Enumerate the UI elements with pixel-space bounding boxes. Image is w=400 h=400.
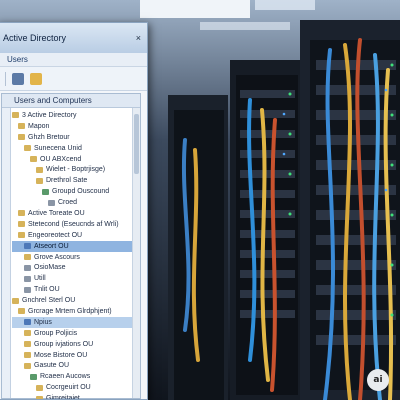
tree-node[interactable]: Gnchrel Sterl OU (12, 295, 132, 306)
tree-node-label: Gimreitaiet (46, 395, 80, 400)
tree-panel: Users and Computers 3 Active Directory Ma… (1, 93, 141, 399)
tree-node-label: Mose Bistore OU (34, 351, 88, 359)
window-title: Active Directory (3, 33, 67, 43)
tree-node[interactable]: Utill (12, 273, 132, 284)
tree-node-label: Tnlit OU (34, 286, 60, 294)
tree-node-label: Rcaeen Aucows (40, 373, 91, 381)
folder-icon (24, 264, 31, 271)
tree-node[interactable]: Atseort OU (12, 240, 132, 252)
folder-icon (18, 308, 25, 315)
tree-node[interactable]: 3 Active Directory (12, 110, 132, 121)
tree-node[interactable]: Mapon (12, 121, 132, 132)
tree-node[interactable]: Npius (12, 316, 132, 328)
tree-node-label: Group Poljicis (34, 329, 78, 337)
users-icon[interactable] (12, 72, 24, 85)
folder-icon (24, 254, 31, 261)
tree-node-label: Grcrage Mrtem Glrdphjent) (28, 307, 112, 315)
tree-node-label: Atseort OU (34, 242, 69, 250)
tree-node-label: OsioMase (34, 264, 66, 272)
folder-icon (24, 286, 31, 293)
tree-node[interactable]: Group Poljicis (12, 328, 132, 339)
user-icon (24, 243, 31, 250)
tree-node-label: Cocrgeuirt OU (46, 384, 91, 392)
scrollbar-thumb[interactable] (134, 114, 139, 174)
tree-node-label: Utill (34, 275, 46, 283)
tree-node-label: Npius (34, 318, 52, 326)
group-icon (42, 188, 49, 195)
folder-icon[interactable] (30, 72, 42, 85)
folder-icon (18, 221, 25, 228)
tree-node[interactable]: Croed (12, 197, 132, 208)
tree-node[interactable]: Grcrage Mrtem Glrdphjent) (12, 306, 132, 317)
ai-badge: ai (367, 369, 389, 391)
tree-node-label: Croed (58, 199, 78, 207)
tree-node-label: Engeoreotect OU (28, 231, 83, 239)
tree-node-label: Stetecond (Eseucnds af Wrli) (28, 220, 119, 228)
user-icon (24, 319, 31, 326)
close-icon[interactable]: × (136, 33, 141, 43)
left-pane-strip (2, 108, 11, 398)
tree-node-label: Mapon (28, 122, 50, 130)
tree-node-label: Active Toreate OU (28, 209, 85, 217)
tree-node[interactable]: Ghzh Bretour (12, 132, 132, 143)
tree-node[interactable]: Rcaeen Aucows (12, 371, 132, 382)
tree-node[interactable]: Gasute OU (12, 360, 132, 371)
tree-node-label: Drethrol Sate (46, 177, 88, 185)
folder-icon (36, 177, 43, 184)
tree-node-label: Sunecena Unid (34, 144, 82, 152)
tree-node-label: Ghzh Bretour (28, 133, 70, 141)
tree-node-label: Gnchrel Sterl OU (22, 297, 76, 305)
tree-node[interactable]: Group ivjations OU (12, 339, 132, 350)
panel-header: Users and Computers (2, 94, 140, 108)
tree-node[interactable]: Drethrol Sate (12, 175, 132, 186)
tree-node-label: OU ABXcend (40, 155, 82, 163)
tree-node[interactable]: Tnlit OU (12, 284, 132, 295)
folder-icon (18, 123, 25, 130)
tree-node[interactable]: Gimreitaiet (12, 393, 132, 400)
folder-icon (12, 297, 19, 304)
tree-node[interactable]: Stetecond (Eseucnds af Wrli) (12, 219, 132, 230)
folder-icon (18, 134, 25, 141)
tree-node[interactable]: Engeoreotect OU (12, 230, 132, 241)
folder-icon (24, 145, 31, 152)
folder-icon (36, 384, 43, 391)
toolbar (0, 67, 147, 91)
menu-item-users[interactable]: Users (7, 55, 28, 64)
tree-node-label: Group ivjations OU (34, 340, 94, 348)
tree-node-label: Wielet - Boptrjisge) (46, 166, 106, 174)
folder-icon (24, 330, 31, 337)
tree-node-label: 3 Active Directory (22, 111, 77, 119)
tree-node[interactable]: Wielet - Boptrjisge) (12, 164, 132, 175)
folder-icon (18, 232, 25, 239)
title-bar: Active Directory × (0, 23, 147, 53)
folder-icon (24, 362, 31, 369)
toolbar-divider (5, 71, 6, 86)
group-icon (48, 199, 55, 206)
menu-bar: Users (0, 53, 147, 67)
tree-node[interactable]: Cocrgeuirt OU (12, 382, 132, 393)
vertical-scrollbar[interactable] (132, 108, 140, 398)
folder-icon (24, 352, 31, 359)
tree-node[interactable]: Groupd Ouscound (12, 186, 132, 197)
folder-icon (36, 166, 43, 173)
active-directory-window: Active Directory × Users Users and Compu… (0, 22, 148, 400)
tree-node[interactable]: Grove Ascours (12, 252, 132, 263)
folder-icon (36, 395, 43, 399)
tree-node-label: Grove Ascours (34, 253, 80, 261)
tree-node-label: Groupd Ouscound (52, 188, 110, 196)
folder-icon (18, 210, 25, 217)
folder-icon (24, 341, 31, 348)
folder-icon (12, 112, 19, 119)
folder-icon (24, 275, 31, 282)
group-icon (30, 373, 37, 380)
directory-tree: 3 Active Directory Mapon Ghzh Bretour Sunec… (12, 110, 132, 400)
tree-node[interactable]: Active Toreate OU (12, 208, 132, 219)
tree-node[interactable]: OU ABXcend (12, 154, 132, 165)
tree-node[interactable]: OsioMase (12, 262, 132, 273)
tree-node[interactable]: Mose Bistore OU (12, 350, 132, 361)
tree-node[interactable]: Sunecena Unid (12, 143, 132, 154)
panel-header-label: Users and Computers (14, 96, 92, 105)
tree-node-label: Gasute OU (34, 362, 70, 370)
folder-icon (30, 156, 37, 162)
